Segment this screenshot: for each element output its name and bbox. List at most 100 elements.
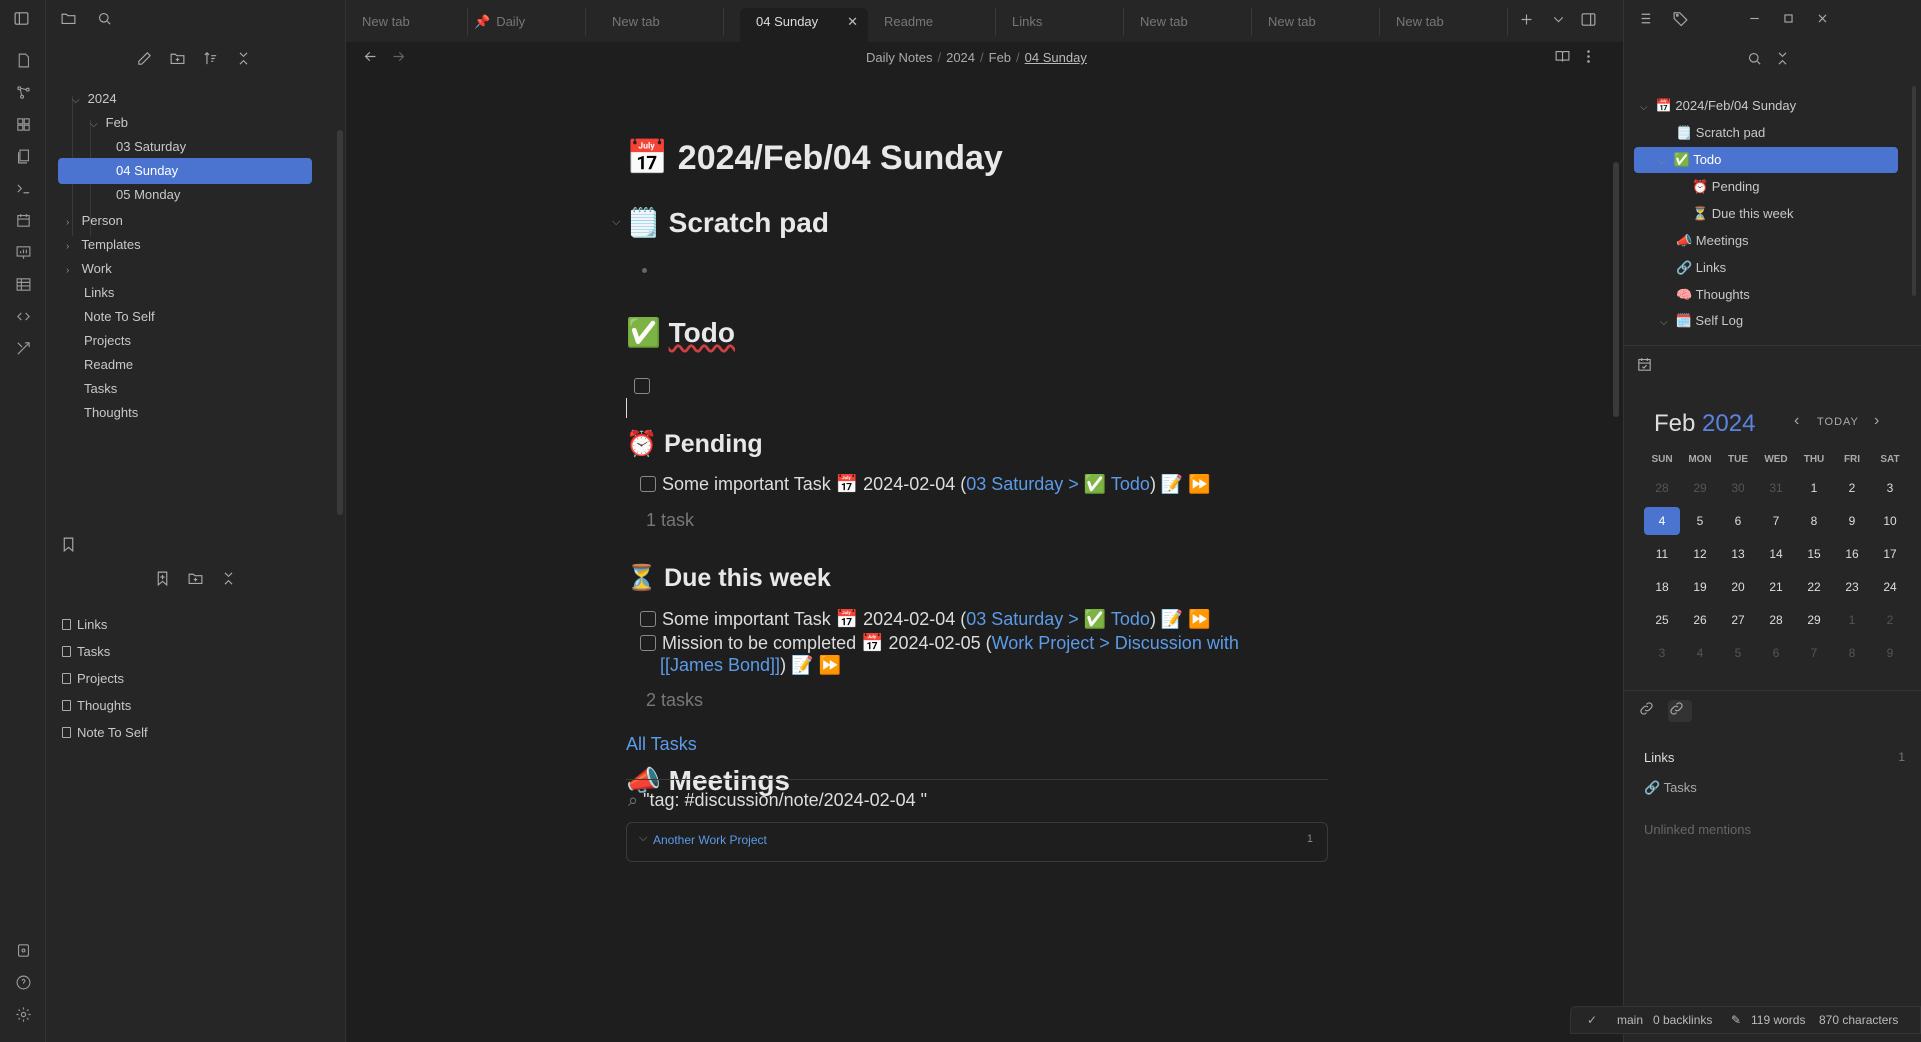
calendar-day[interactable]: 21 [1758, 573, 1794, 601]
outline-item-todo[interactable]: ⌵ ✅ Todo [1634, 147, 1898, 173]
tree-folder-templates[interactable]: › Templates [66, 232, 141, 258]
outline-item-meetings[interactable]: 📣 Meetings [1676, 228, 1749, 254]
calendar-day[interactable]: 20 [1720, 573, 1756, 601]
outline-item-self-log[interactable]: ⌵ 🗓️ Self Log [1660, 308, 1743, 334]
slides-icon[interactable] [13, 242, 33, 262]
calendar-day[interactable]: 6 [1720, 507, 1756, 535]
tree-file-note-to-self[interactable]: Note To Self [84, 304, 155, 330]
tools-icon[interactable] [13, 338, 33, 358]
calendar-day[interactable]: 26 [1682, 606, 1718, 634]
tab-new-tab[interactable]: New tab [346, 8, 468, 36]
right-sidebar-toggle-icon[interactable] [1580, 11, 1600, 31]
sidebar-toggle-icon[interactable] [13, 10, 33, 30]
unlinked-mentions-label[interactable]: Unlinked mentions [1644, 822, 1751, 837]
task-item[interactable]: Mission to be completed 📅 2024-02-05 (Wo… [640, 631, 1239, 655]
calendar-day[interactable]: 23 [1834, 573, 1870, 601]
calendar-day[interactable]: 30 [1720, 474, 1756, 502]
outline-item-pending[interactable]: ⏰ Pending [1692, 174, 1760, 200]
backlinks-icon[interactable] [1638, 700, 1658, 720]
back-arrow-icon[interactable] [362, 48, 382, 68]
calendar-day[interactable]: 3 [1872, 474, 1908, 502]
calendar-day[interactable]: 1 [1796, 474, 1832, 502]
task-backlink[interactable]: 03 Saturday > ✅ Todo [966, 609, 1150, 629]
tree-folder-work[interactable]: › Work [66, 256, 112, 282]
file-tree-scrollbar[interactable] [337, 130, 343, 515]
outline-search-icon[interactable] [1746, 50, 1766, 70]
minimize-window-icon[interactable] [1746, 10, 1766, 30]
tree-file-links[interactable]: Links [84, 280, 114, 306]
daily-note-icon[interactable] [13, 210, 33, 230]
heading-todo[interactable]: ✅ Todo [626, 316, 735, 349]
code-icon[interactable] [13, 306, 33, 326]
calendar-day[interactable]: 27 [1720, 606, 1756, 634]
tab-new-tab[interactable]: New tab [596, 8, 724, 36]
collapse-all-icon[interactable] [235, 50, 255, 70]
calendar-day[interactable]: 28 [1644, 474, 1680, 502]
bookmark-item[interactable]: Links [62, 614, 107, 636]
task-checkbox[interactable] [640, 611, 656, 627]
calendar-day[interactable]: 7 [1758, 507, 1794, 535]
vault-switcher-icon[interactable] [13, 940, 33, 960]
new-bookmark-group-icon[interactable] [187, 570, 207, 590]
calendar-day[interactable]: 19 [1682, 573, 1718, 601]
calendar-day[interactable]: 10 [1872, 507, 1908, 535]
calendar-day[interactable]: 3 [1644, 639, 1680, 667]
calendar-day[interactable]: 28 [1758, 606, 1794, 634]
editor-scrollbar[interactable] [1613, 162, 1619, 417]
tab-new-tab[interactable]: New tab [1252, 8, 1380, 36]
fold-chevron-icon[interactable]: ⌵ [612, 216, 620, 229]
bookmark-item[interactable]: Tasks [62, 641, 110, 663]
calendar-day[interactable]: 7 [1796, 639, 1832, 667]
tab-new-tab[interactable]: New tab [1380, 8, 1508, 36]
heading-pending[interactable]: ⏰ Pending [626, 430, 763, 459]
calendar-day[interactable]: 29 [1682, 474, 1718, 502]
calendar-day[interactable]: 2 [1834, 474, 1870, 502]
forward-arrow-icon[interactable] [390, 48, 410, 68]
outline-item-title[interactable]: ⌵ 📅 2024/Feb/04 Sunday [1640, 93, 1796, 119]
outline-collapse-icon[interactable] [1774, 50, 1794, 70]
outline-item-thoughts[interactable]: 🧠 Thoughts [1676, 282, 1750, 308]
bookmark-item[interactable]: Thoughts [62, 695, 131, 717]
outline-item-scratch-pad[interactable]: 🗒️ Scratch pad [1676, 120, 1765, 146]
bookmark-item[interactable]: Note To Self [62, 722, 148, 744]
note-title[interactable]: 📅 2024/Feb/04 Sunday [626, 138, 1003, 178]
empty-bullet[interactable] [642, 268, 647, 273]
calendar-next-chevron-icon[interactable]: › [1874, 412, 1880, 430]
outline-item-links[interactable]: 🔗 Links [1676, 255, 1726, 281]
tree-folder-feb[interactable]: ⌵ Feb [90, 110, 128, 136]
outgoing-links-icon[interactable] [1668, 700, 1692, 722]
calendar-day[interactable]: 9 [1872, 639, 1908, 667]
calendar-day[interactable]: 16 [1834, 540, 1870, 568]
folder-icon[interactable] [60, 10, 80, 30]
task-backlink[interactable]: 03 Saturday > ✅ Todo [966, 474, 1150, 494]
calendar-today-button[interactable]: TODAY [1817, 416, 1859, 428]
calendar-day[interactable]: 5 [1720, 639, 1756, 667]
task-item-continued[interactable]: [[James Bond]]) 📝 ⏩ [660, 653, 841, 677]
all-tasks-link[interactable]: All Tasks [626, 734, 697, 755]
canvas-icon[interactable] [13, 114, 33, 134]
task-backlink[interactable]: Work Project > Discussion with [992, 633, 1239, 653]
calendar-day[interactable]: 11 [1644, 540, 1680, 568]
search-query[interactable]: ⌕ "tag: #discussion/note/2024-02-04 " [628, 790, 927, 811]
task-checkbox[interactable] [640, 476, 656, 492]
search-result-title[interactable]: Another Work Project [653, 833, 767, 847]
heading-due-this-week[interactable]: ⏳ Due this week [626, 564, 831, 593]
new-folder-icon[interactable] [169, 50, 189, 70]
tree-file-03-saturday[interactable]: 03 Saturday [116, 134, 186, 160]
task-item[interactable]: Some important Task 📅 2024-02-04 (03 Sat… [640, 472, 1211, 496]
graph-view-icon[interactable] [13, 82, 33, 102]
calendar-day[interactable]: 8 [1834, 639, 1870, 667]
calendar-day[interactable]: 22 [1796, 573, 1832, 601]
task-item[interactable]: Some important Task 📅 2024-02-04 (03 Sat… [640, 607, 1211, 631]
tree-file-readme[interactable]: Readme [84, 352, 133, 378]
new-tab-plus-icon[interactable] [1518, 11, 1538, 31]
calendar-day[interactable]: 4 [1644, 507, 1680, 535]
tab-new-tab[interactable]: New tab [1124, 8, 1252, 36]
chevron-down-icon[interactable]: ⌵ [639, 832, 647, 845]
open-quick-switcher-icon[interactable] [13, 50, 33, 70]
calendar-day[interactable]: 1 [1834, 606, 1870, 634]
calendar-day[interactable]: 31 [1758, 474, 1794, 502]
calendar-day[interactable]: 12 [1682, 540, 1718, 568]
git-branch[interactable]: main [1617, 1013, 1643, 1027]
breadcrumb-daily-notes[interactable]: Daily Notes [866, 50, 932, 65]
